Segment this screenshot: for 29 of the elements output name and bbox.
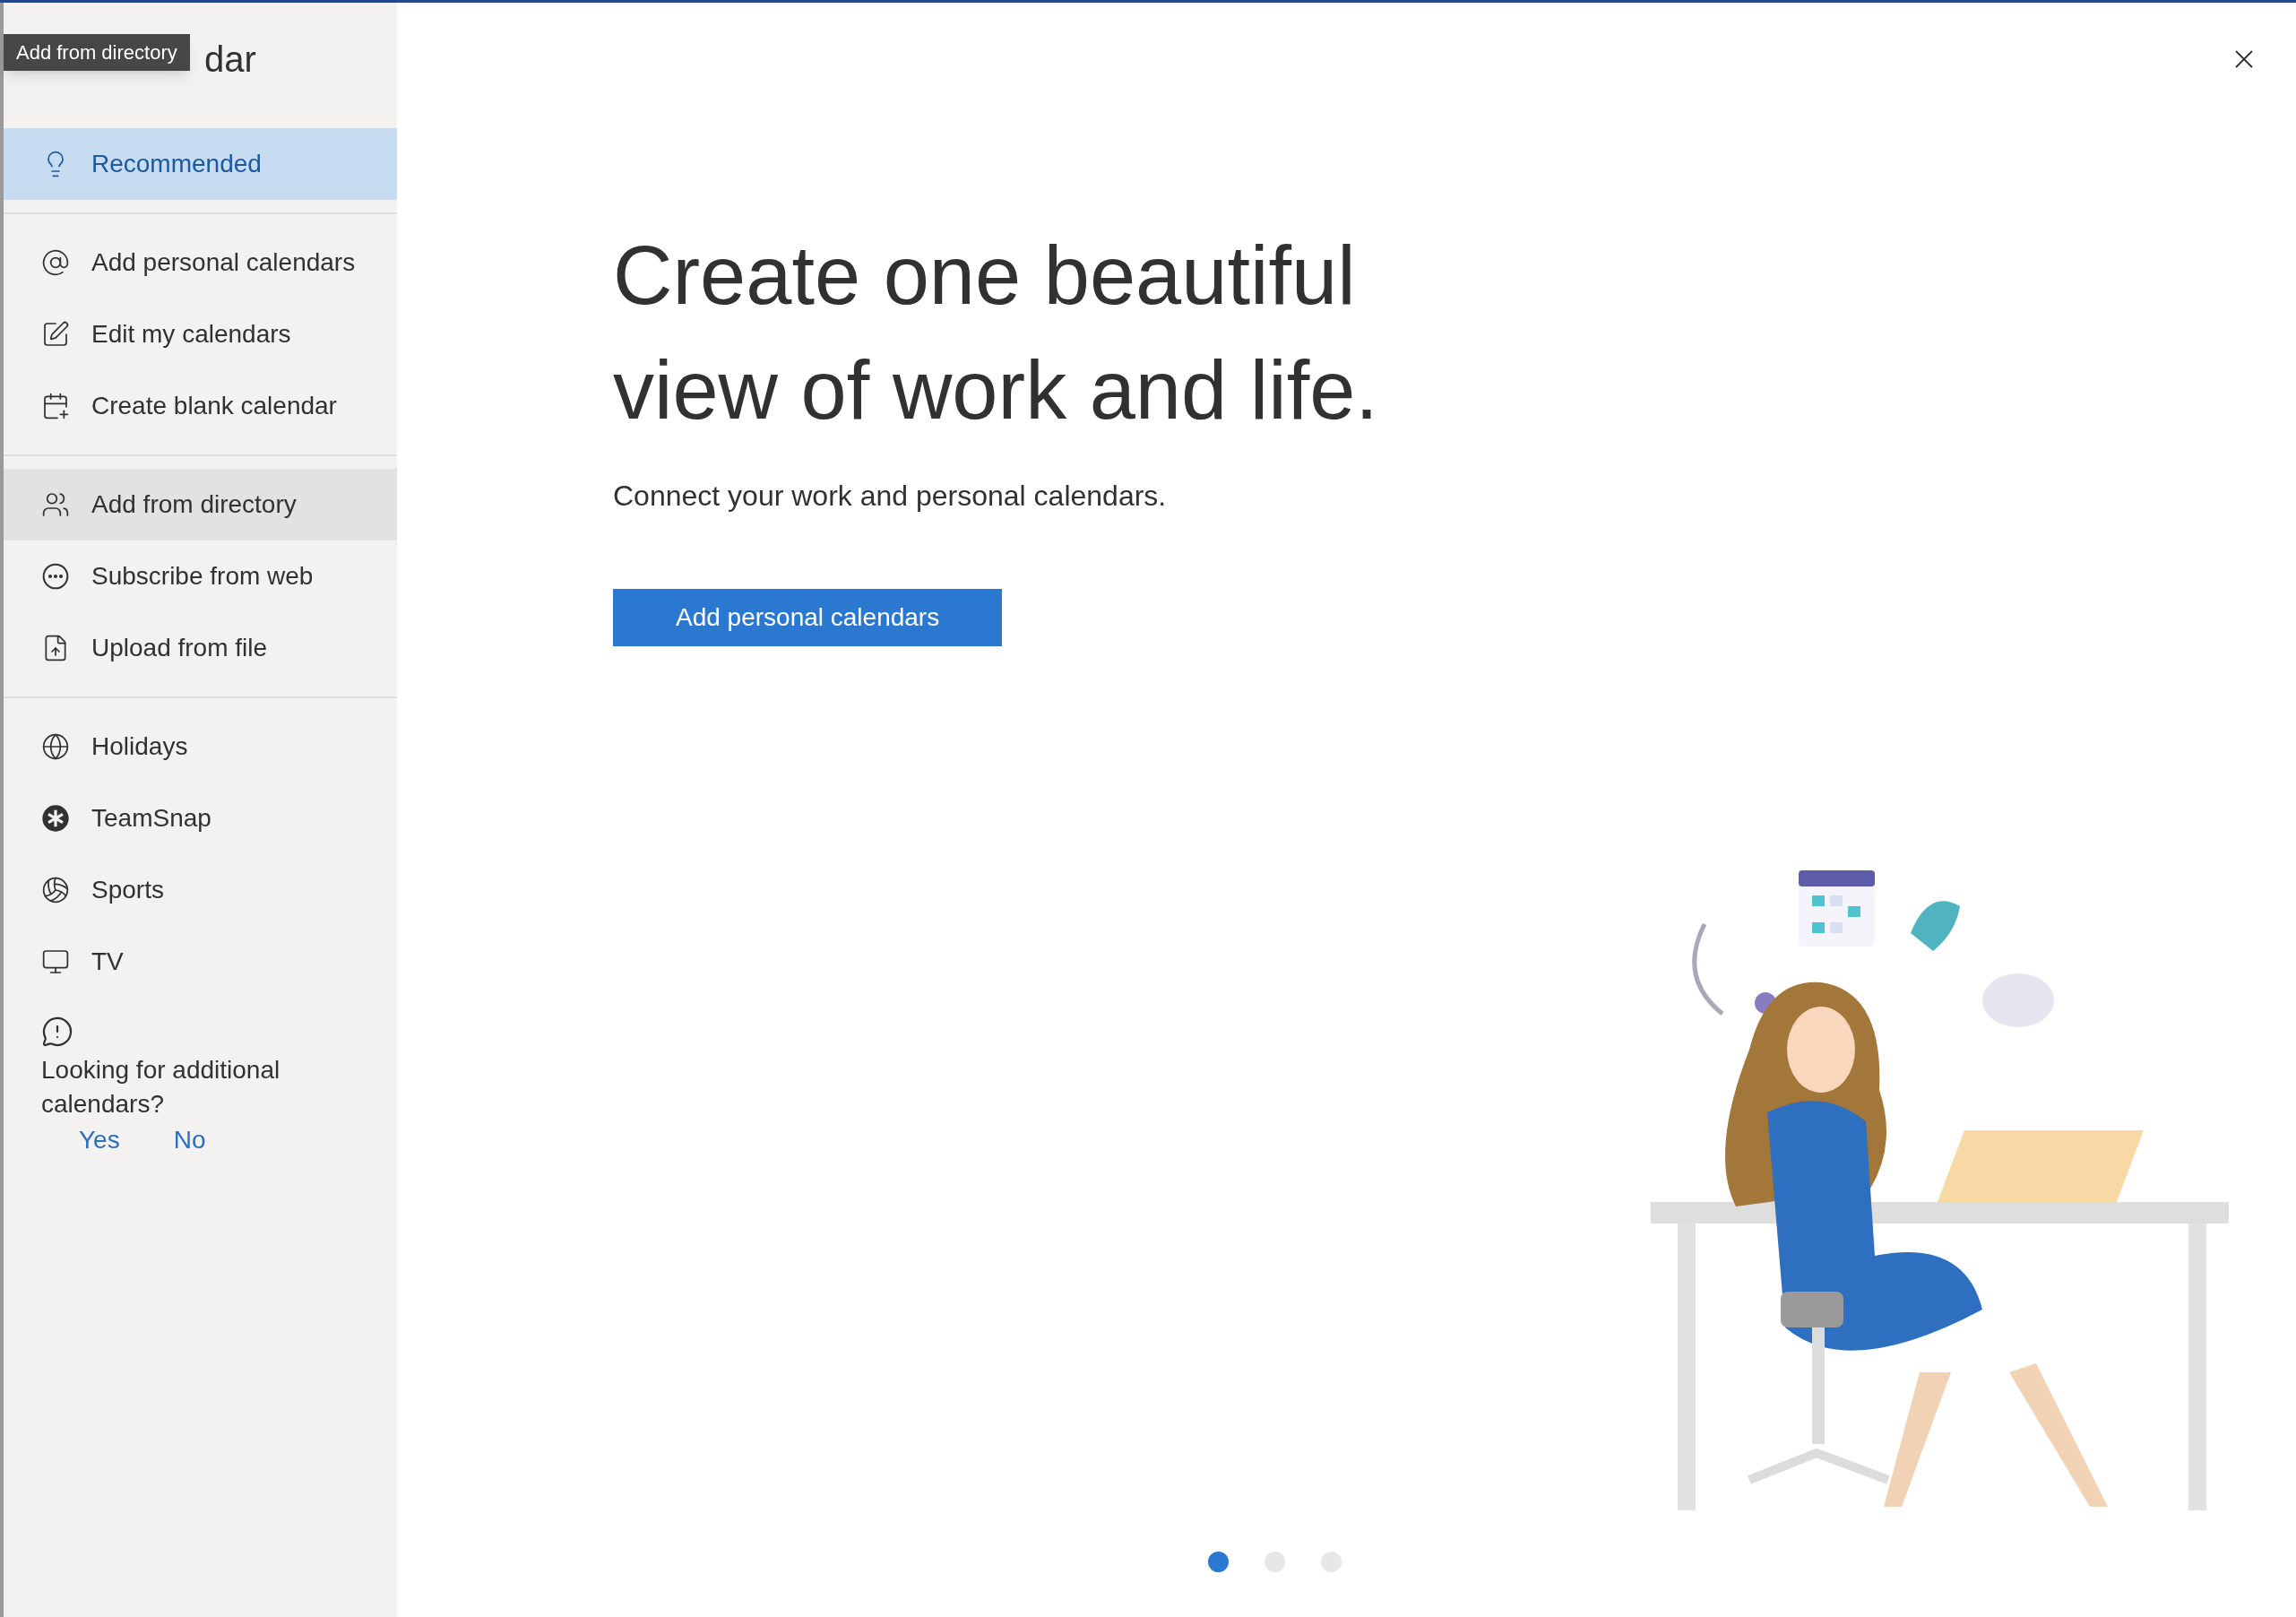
heading: Create one beautiful view of work and life. — [613, 229, 1379, 437]
sidebar-item[interactable]: Recommended — [4, 128, 397, 200]
feedback-question: Looking for additional calendars? — [41, 1055, 281, 1120]
monitor-icon — [41, 947, 70, 976]
ball-icon — [41, 876, 70, 904]
sidebar-item[interactable]: TV — [4, 926, 397, 998]
sidebar-item[interactable]: Sports — [4, 854, 397, 926]
globe-icon — [41, 732, 70, 761]
sidebar-item[interactable]: Add personal calendars — [4, 227, 397, 298]
sidebar-item[interactable]: Create blank calendar — [4, 370, 397, 442]
dialog-title: dar — [204, 39, 256, 79]
feedback-icon — [41, 1016, 73, 1048]
calendar-edit-icon — [41, 320, 70, 349]
sidebar-item[interactable]: Edit my calendars — [4, 298, 397, 370]
subtitle: Connect your work and personal calendars. — [613, 479, 1167, 514]
sidebar-item[interactable]: Subscribe from web — [4, 540, 397, 612]
no-link[interactable]: No — [173, 1121, 206, 1159]
asterisk-icon — [41, 804, 70, 833]
web-icon — [41, 562, 70, 591]
sidebar-item[interactable]: Holidays — [4, 711, 397, 783]
calendar-plus-icon — [41, 392, 70, 420]
yes-link[interactable]: Yes — [79, 1121, 120, 1159]
people-icon — [41, 490, 70, 519]
tooltip: Add from directory — [4, 34, 190, 71]
at-sign-icon — [41, 248, 70, 277]
sidebar-item[interactable]: TeamSnap — [4, 783, 397, 854]
sidebar-item[interactable]: Add from directory — [4, 469, 397, 540]
sidebar-item[interactable]: Upload from file — [4, 612, 397, 684]
add-personal-calendars-button[interactable]: Add personal calendars — [613, 589, 1003, 646]
